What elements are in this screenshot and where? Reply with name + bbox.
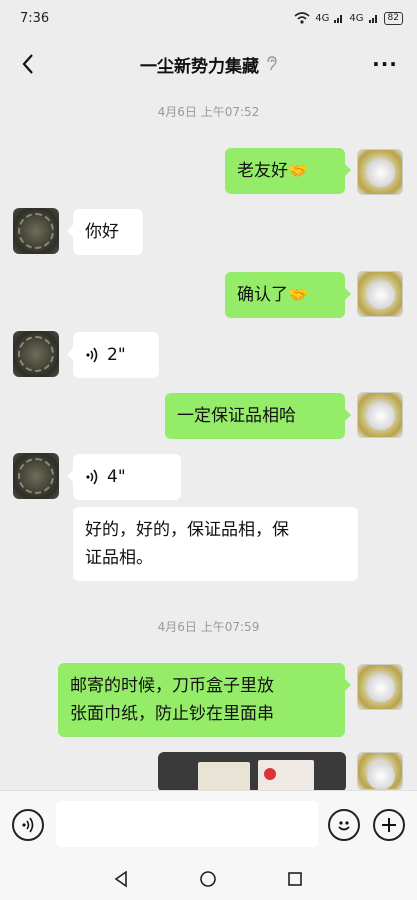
self-avatar[interactable]	[357, 149, 403, 195]
emoji-button[interactable]	[328, 809, 360, 841]
voice-message-bubble[interactable]: 2"	[67, 332, 159, 378]
self-avatar[interactable]	[357, 271, 403, 317]
voice-toggle-button[interactable]	[12, 809, 44, 841]
back-triangle-icon	[114, 870, 127, 888]
handshake-emoji-icon: 🤝	[288, 161, 308, 180]
more-actions-button[interactable]	[373, 809, 405, 841]
contact-avatar[interactable]	[13, 331, 59, 377]
self-avatar[interactable]	[357, 392, 403, 438]
status-time: 7:36	[20, 10, 50, 26]
signal-bars-icon	[334, 15, 343, 23]
image-message[interactable]	[158, 752, 346, 792]
message-bubble-self[interactable]: 邮寄的时候，刀币盒子里放 张面巾纸，防止钞在里面串	[58, 663, 351, 737]
signal-bars-icon	[368, 15, 377, 23]
timestamp: 4月6日 上午07:52	[157, 105, 260, 119]
status-icons: 4G 4G 82	[294, 11, 403, 25]
message-text: 你好	[85, 222, 119, 242]
message-bubble-self[interactable]: 老友好🤝	[225, 148, 351, 194]
message-bubble-other[interactable]: 好的，好的，保证品相，保 证品相。	[73, 507, 358, 581]
voice-toggle-icon	[22, 817, 34, 833]
image-content-card	[258, 760, 314, 792]
contact-avatar[interactable]	[13, 208, 59, 254]
contact-avatar[interactable]	[13, 453, 59, 499]
chat-title: 一尘新势力集藏	[140, 56, 259, 77]
handshake-emoji-icon: 🤝	[288, 285, 308, 304]
more-options-button[interactable]: ···	[371, 50, 399, 78]
message-text-line: 邮寄的时候，刀币盒子里放	[70, 676, 274, 696]
back-button[interactable]	[14, 50, 42, 78]
voice-duration: 4"	[107, 467, 126, 487]
message-bubble-self[interactable]: 一定保证品相哈	[165, 393, 351, 439]
system-navigation-bar	[0, 858, 417, 900]
chat-title-group: 一尘新势力集藏	[0, 36, 417, 92]
chat-header: 一尘新势力集藏 ···	[0, 36, 417, 92]
message-bubble-other[interactable]: 你好	[67, 209, 143, 255]
voice-duration: 2"	[107, 345, 126, 365]
self-avatar[interactable]	[357, 664, 403, 710]
status-bar: 7:36 4G 4G 82	[0, 0, 417, 36]
signal-2-label: 4G	[349, 12, 364, 24]
battery-indicator: 82	[383, 11, 403, 25]
wifi-icon	[294, 12, 310, 24]
voice-wave-icon	[86, 469, 98, 485]
message-text: 确认了	[237, 285, 288, 305]
voice-wave-icon	[86, 347, 98, 363]
message-text-line: 证品相。	[85, 548, 153, 568]
plus-icon	[382, 818, 396, 832]
image-content-card	[198, 762, 250, 792]
emoji-icon	[338, 821, 350, 831]
message-text: 老友好	[237, 161, 288, 181]
system-home-button[interactable]	[197, 868, 219, 890]
voice-message-bubble[interactable]: 4"	[67, 454, 181, 500]
chevron-left-icon	[22, 54, 33, 74]
timestamp: 4月6日 上午07:59	[157, 620, 260, 634]
message-text: 一定保证品相哈	[177, 406, 296, 426]
recents-square-icon	[288, 872, 302, 886]
message-input-bar	[0, 790, 417, 858]
ear-off-icon	[267, 56, 277, 71]
message-bubble-self[interactable]: 确认了🤝	[225, 272, 351, 318]
message-text-line: 好的，好的，保证品相，保	[85, 520, 289, 540]
signal-1-label: 4G	[315, 12, 330, 24]
system-recents-button[interactable]	[284, 868, 306, 890]
home-circle-icon	[200, 871, 216, 887]
self-avatar[interactable]	[357, 752, 403, 790]
message-text-line: 张面巾纸，防止钞在里面串	[70, 704, 274, 724]
message-input[interactable]	[56, 801, 318, 847]
system-back-button[interactable]	[110, 868, 132, 890]
